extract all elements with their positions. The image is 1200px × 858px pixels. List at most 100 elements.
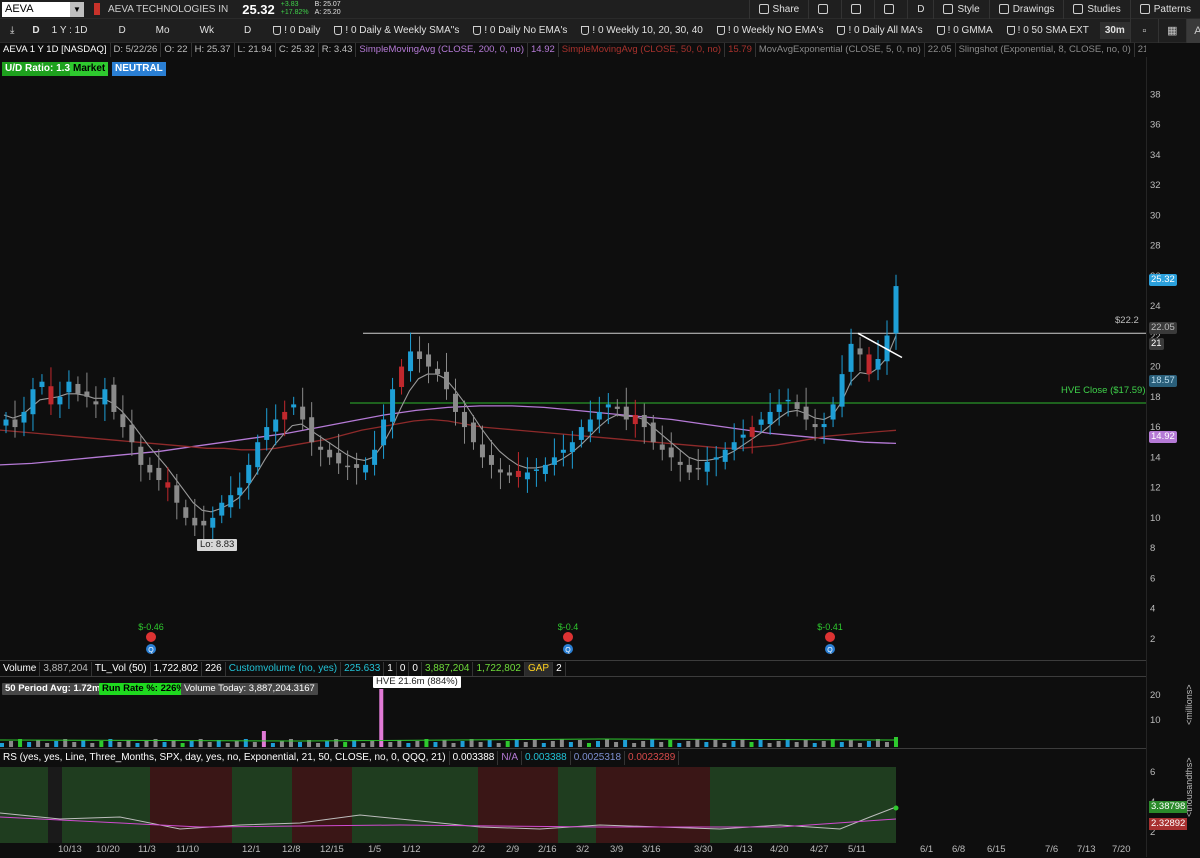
pane-divider[interactable] bbox=[0, 748, 1146, 749]
candle-body bbox=[614, 406, 620, 409]
volume-bar bbox=[686, 741, 691, 747]
study-set-3[interactable]: ! 0 Weekly 10, 20, 30, 40 bbox=[574, 25, 709, 36]
header-action-label: Patterns bbox=[1153, 3, 1191, 15]
header-action-5[interactable]: Style bbox=[933, 0, 988, 19]
chevron-down-icon[interactable]: ▼ bbox=[70, 1, 84, 17]
price-tag-sma50: 18.57 bbox=[1149, 375, 1177, 387]
candle-body bbox=[336, 452, 342, 464]
candle-body bbox=[749, 427, 755, 437]
study-set-2[interactable]: ! 0 Daily No EMA's bbox=[466, 25, 574, 36]
share-icon bbox=[758, 4, 769, 14]
vleg-item: 3,887,204 bbox=[40, 662, 92, 676]
vleg-item: TL_Vol (50) bbox=[92, 662, 151, 676]
header-action-4[interactable]: D bbox=[907, 0, 933, 19]
legend-item: 21 bbox=[1135, 43, 1146, 57]
price-tick: 28 bbox=[1150, 241, 1161, 252]
interval-3[interactable]: D bbox=[229, 25, 266, 36]
volume-bar bbox=[117, 742, 122, 747]
flag-icon[interactable] bbox=[94, 3, 100, 15]
volume-bar bbox=[54, 741, 59, 747]
date-tick: 3/9 bbox=[610, 844, 624, 855]
study-set-7[interactable]: ! 0 50 SMA EXT bbox=[1000, 25, 1096, 36]
rs-band bbox=[596, 767, 710, 843]
date-tick: 7/20 bbox=[1112, 844, 1131, 855]
volume-bar bbox=[135, 743, 140, 747]
header-action-2[interactable] bbox=[841, 0, 874, 19]
volume-bar bbox=[550, 741, 555, 747]
candle-body bbox=[345, 465, 351, 468]
pin-icon[interactable]: ⤓ bbox=[0, 25, 24, 36]
volume-bar bbox=[9, 741, 14, 747]
header-action-6[interactable]: Drawings bbox=[988, 0, 1064, 19]
candle-body bbox=[3, 419, 9, 426]
candle-body bbox=[399, 366, 405, 387]
interval-buttons: D Mo Wk D bbox=[103, 25, 266, 36]
period-select[interactable]: D 1 Y : 1D bbox=[24, 25, 95, 36]
price-tick: 2 bbox=[1150, 634, 1155, 645]
change-percent: +17.82% bbox=[280, 9, 309, 16]
price-chart[interactable]: $-0.46 Q $-0.4 Q $-0.41 Q bbox=[0, 57, 1146, 660]
header-action-label: Share bbox=[772, 3, 800, 15]
candle-body bbox=[578, 427, 584, 440]
earnings-icon[interactable] bbox=[825, 632, 835, 642]
grid-layout-icon[interactable]: ▦ bbox=[1157, 18, 1186, 43]
candle-body bbox=[857, 348, 863, 355]
date-tick: 4/13 bbox=[734, 844, 753, 855]
header-action-3[interactable] bbox=[874, 0, 907, 19]
rs-band bbox=[478, 767, 558, 843]
candle-body bbox=[875, 359, 881, 370]
candle-body bbox=[794, 402, 800, 409]
interval-0[interactable]: D bbox=[103, 25, 140, 36]
earnings-icon[interactable] bbox=[146, 632, 156, 642]
interval-2[interactable]: Wk bbox=[185, 25, 229, 36]
study-set-1[interactable]: ! 0 Daily & Weekly SMA"s bbox=[327, 25, 466, 36]
volume-bar bbox=[334, 739, 339, 747]
study-set-0[interactable]: ! 0 Daily bbox=[266, 25, 327, 36]
interval-1[interactable]: Mo bbox=[141, 25, 185, 36]
candle-body bbox=[533, 469, 539, 471]
volume-bar bbox=[614, 742, 619, 747]
header-action-0[interactable]: Share bbox=[748, 0, 809, 19]
study-set-4[interactable]: ! 0 Weekly NO EMA's bbox=[710, 25, 831, 36]
study-set-label: ! 0 Daily All MA's bbox=[848, 25, 923, 36]
header-action-1[interactable] bbox=[808, 0, 841, 19]
study-set-6[interactable]: ! 0 GMMA bbox=[930, 25, 1000, 36]
candle-body bbox=[273, 419, 279, 432]
legend-item: MovAvgExponential (CLOSE, 5, 0, no) bbox=[756, 43, 925, 57]
pane-divider[interactable] bbox=[0, 660, 1146, 661]
volume-bar bbox=[27, 742, 32, 747]
price-tick: 14 bbox=[1150, 452, 1161, 463]
candle-body bbox=[147, 464, 153, 473]
date-tick: 10/20 bbox=[96, 844, 120, 855]
candle-body bbox=[767, 411, 773, 425]
study-set-5[interactable]: ! 0 Daily All MA's bbox=[830, 25, 929, 36]
price-axis[interactable]: 3836343230282624222018161412108642201064… bbox=[1146, 57, 1200, 857]
volume-bar bbox=[99, 741, 104, 747]
earnings-label: $-0.46 bbox=[138, 622, 164, 632]
timeframe-30m-button[interactable]: 30m bbox=[1099, 22, 1130, 39]
earnings-icon[interactable] bbox=[563, 632, 573, 642]
study-set-label: ! 0 Daily bbox=[284, 25, 321, 36]
single-layout-icon[interactable]: ▫ bbox=[1129, 18, 1158, 43]
legend-item: Slingshot (Exponential, 8, CLOSE, no, 0) bbox=[956, 43, 1135, 57]
candle-body bbox=[830, 404, 836, 420]
candle-body bbox=[776, 404, 782, 412]
vleg-item: 225.633 bbox=[341, 662, 385, 676]
volume-bar bbox=[162, 742, 167, 747]
volume-chart[interactable] bbox=[0, 677, 1146, 747]
vleg-item: Volume bbox=[0, 662, 41, 676]
flask-icon bbox=[716, 26, 725, 35]
volume-bar bbox=[126, 740, 131, 747]
candle-body bbox=[803, 406, 809, 420]
rs-chart[interactable] bbox=[0, 767, 1146, 843]
change-block: +3.83 +17.82% bbox=[281, 1, 309, 17]
all-button[interactable]: All bbox=[1185, 18, 1200, 43]
header-action-7[interactable]: Studies bbox=[1063, 0, 1129, 19]
date-tick: 2/9 bbox=[506, 844, 520, 855]
symbol-input[interactable]: AEVA ▼ bbox=[2, 1, 84, 17]
volume-bar bbox=[866, 741, 871, 747]
volume-bar bbox=[379, 689, 384, 747]
volume-bar bbox=[496, 743, 501, 747]
study-set-label: ! 0 Weekly 10, 20, 30, 40 bbox=[592, 25, 703, 36]
header-action-8[interactable]: Patterns bbox=[1129, 0, 1200, 19]
